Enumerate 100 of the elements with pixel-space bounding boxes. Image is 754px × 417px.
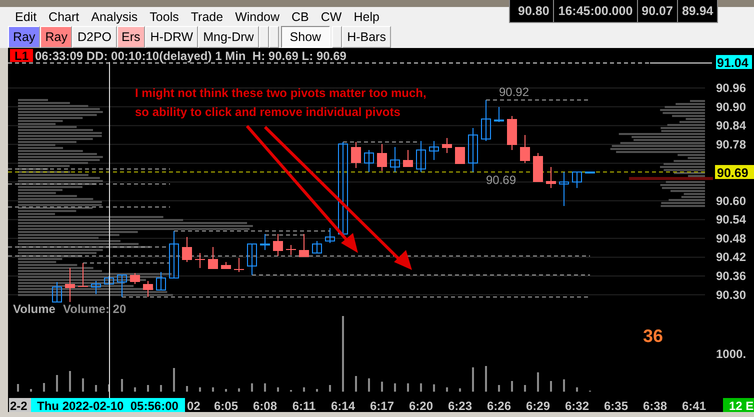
quote-value: 16:45:00.000 <box>553 0 637 22</box>
candle <box>429 140 439 160</box>
menu-item[interactable]: Analysis <box>85 10 144 24</box>
candle <box>312 240 322 254</box>
toolbar-button[interactable]: Ers <box>116 26 146 48</box>
toolbar-button[interactable]: D2PO <box>72 26 117 48</box>
candle <box>208 246 218 270</box>
pivot-label: 90.69 <box>486 173 516 187</box>
quote-value: 90.80 <box>517 3 550 20</box>
candle <box>286 244 296 256</box>
pivot-line <box>264 234 304 236</box>
candle <box>533 152 543 182</box>
candle <box>195 252 205 268</box>
menu-item[interactable]: Window <box>229 10 286 24</box>
toolbar-button[interactable]: Mng-Drw <box>198 26 259 48</box>
candle <box>559 172 569 206</box>
candle <box>468 128 478 172</box>
cursor-time-badge: Thu 2022-02-10 05:56:00 <box>31 398 185 413</box>
candle <box>117 274 127 298</box>
time-badge: 2-2 <box>9 398 31 413</box>
quote-value: 89.94 <box>676 0 718 22</box>
candle <box>91 280 101 294</box>
candle <box>455 146 465 164</box>
candle <box>546 166 556 188</box>
time-label: 6:23 <box>448 399 472 413</box>
price-marker: 91.04 <box>716 55 752 70</box>
menu-item[interactable]: Help <box>348 10 386 24</box>
time-label: 6:05 <box>214 399 238 413</box>
quote-value: 90.07 <box>636 0 677 22</box>
candle <box>325 228 335 244</box>
candle <box>52 282 62 302</box>
price-label: 90.60 <box>716 194 746 208</box>
chart-info: 06:33:09 DD: 00:10:10(delayed) 1 Min H: 90.69 L: 90.69 <box>35 49 346 63</box>
candle <box>234 258 244 272</box>
pivot-label: 90.92 <box>499 85 530 99</box>
candle <box>481 100 491 142</box>
candle <box>104 276 114 284</box>
price-label: 90.48 <box>716 231 746 246</box>
price-label: 90.54 <box>716 212 746 227</box>
toolbar-button[interactable] <box>332 26 342 48</box>
candle <box>520 134 530 164</box>
toolbar-button[interactable]: Show <box>280 26 330 48</box>
menu-item[interactable]: Chart <box>42 10 86 24</box>
time-label: 6:35 <box>604 399 628 413</box>
annotation-text: I might not think these two pivots matter too much, <box>135 86 426 100</box>
toolbar-button[interactable] <box>268 26 279 48</box>
menu-item[interactable]: CB <box>286 10 315 24</box>
price-label: 90.42 <box>716 250 746 264</box>
candle <box>221 262 231 270</box>
bar-counter: 36 <box>643 326 664 346</box>
price-label: 90.96 <box>716 81 746 95</box>
time-label: 6:26 <box>486 399 512 413</box>
candle <box>143 280 153 298</box>
toolbar-button[interactable]: Ray <box>40 26 72 48</box>
symbol-badge: L1 <box>10 49 33 63</box>
price-label: 90.30 <box>716 288 746 302</box>
candle <box>156 272 166 290</box>
candle <box>364 150 374 172</box>
candle <box>507 116 517 150</box>
toolbar-button[interactable]: Ray <box>8 26 40 48</box>
menu-item[interactable]: Edit <box>9 10 43 24</box>
menu-item[interactable]: Tools <box>144 10 185 24</box>
time-label: 02 <box>187 399 200 413</box>
time-label: 6:14 <box>330 399 356 413</box>
candle <box>572 172 582 188</box>
price-marker: 90.69 <box>715 165 754 180</box>
price-label: 90.36 <box>716 269 746 283</box>
toolbar-button[interactable] <box>258 26 269 48</box>
price-label: 90.78 <box>716 137 746 152</box>
candle <box>247 244 257 276</box>
candle <box>494 106 504 122</box>
candle <box>416 140 426 172</box>
candle <box>377 144 387 172</box>
annotation-text: so ability to click and remove individual pivots <box>135 105 400 119</box>
time-label: 6:29 <box>526 399 550 413</box>
candle <box>65 268 75 302</box>
time-label: 6:41 <box>682 399 706 413</box>
candle <box>442 138 452 154</box>
price-label: 90.90 <box>716 100 746 114</box>
candle <box>130 272 140 284</box>
volume-reading: Volume: 20 <box>63 302 126 316</box>
bar-count-badge: 12 E <box>723 398 754 413</box>
toolbar-button[interactable]: H-DRW <box>145 26 198 48</box>
candle <box>78 262 88 288</box>
candle <box>403 150 413 168</box>
time-label: 6:38 <box>642 399 668 413</box>
menu-item[interactable]: Trade <box>184 10 230 24</box>
price-label: 90.84 <box>716 118 746 133</box>
toolbar-button[interactable]: H-Bars <box>342 26 391 48</box>
candle <box>260 234 270 250</box>
time-label: 6:08 <box>252 399 278 413</box>
menu-item[interactable]: CW <box>314 10 348 24</box>
volume-title: Volume <box>13 302 56 316</box>
candle <box>299 234 309 258</box>
time-label: 6:11 <box>292 399 316 413</box>
candle <box>351 142 361 168</box>
volume-axis-label: 1000. <box>716 347 746 361</box>
candle <box>169 230 179 278</box>
time-label: 6:32 <box>564 399 590 413</box>
time-label: 6:20 <box>408 399 434 413</box>
